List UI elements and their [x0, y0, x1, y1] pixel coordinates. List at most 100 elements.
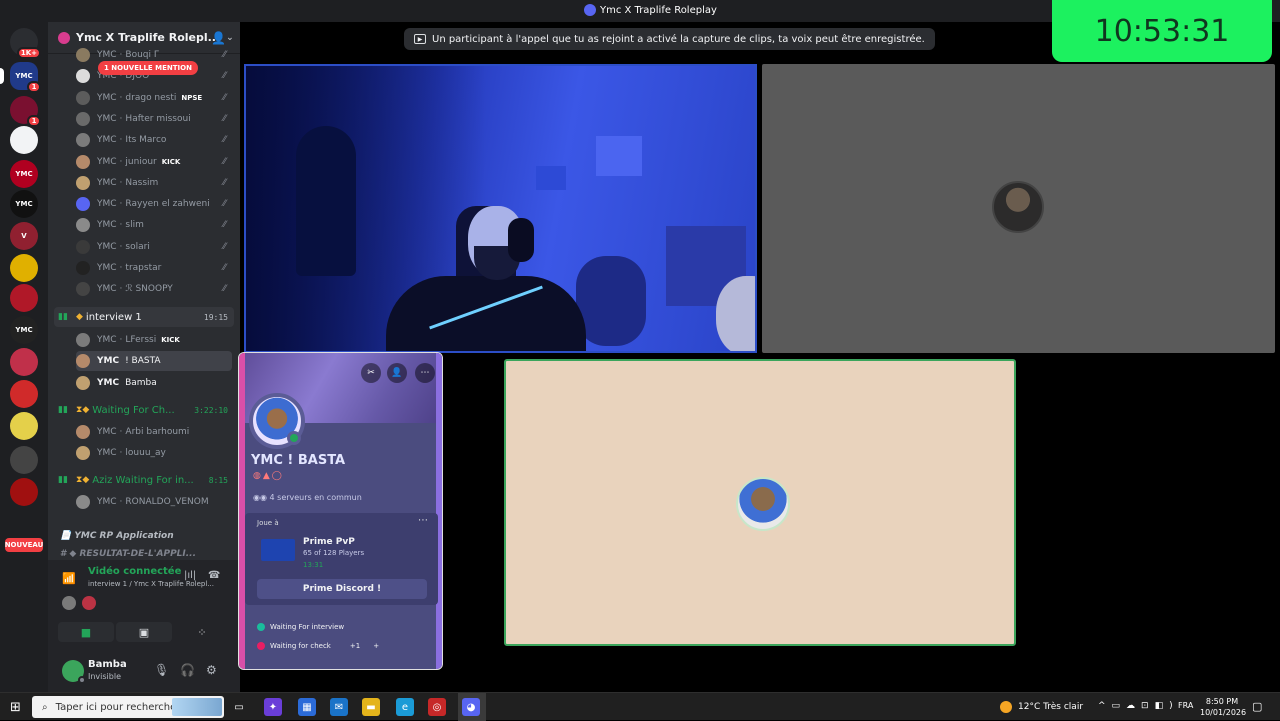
notifications-icon[interactable]: ▢: [1252, 700, 1262, 713]
add-friend-icon[interactable]: 👤: [387, 363, 407, 383]
voice-member[interactable]: YMC ! BASTA: [76, 351, 232, 372]
windows-taskbar: ⊞ ⌕ Taper ici pour rechercher ▭ ✦ ▦ ✉ ▬ …: [0, 692, 1280, 721]
role-tag: Waiting For interview: [257, 623, 344, 631]
server-icon[interactable]: [10, 126, 38, 154]
server-icon[interactable]: YMC: [10, 316, 38, 344]
server-icon[interactable]: [10, 412, 38, 440]
voice-member[interactable]: YMC · trapstar ⁄⁄: [76, 258, 232, 278]
server-icon[interactable]: 1: [10, 96, 41, 127]
voice-channel-waiting[interactable]: ▮▮ ⧗◆ Waiting For Ch... 3:22:10: [54, 400, 234, 420]
participant-avatar: [736, 477, 790, 531]
participant-avatar[interactable]: [82, 596, 96, 610]
user-name[interactable]: Bamba: [88, 659, 127, 670]
activities-button[interactable]: ⁘: [174, 622, 230, 642]
video-tile-webcam[interactable]: [244, 64, 757, 353]
activities-icon: ⁘: [197, 625, 207, 639]
add-member-icon[interactable]: 👤: [211, 31, 226, 45]
participant-avatar[interactable]: [62, 596, 76, 610]
server-icon[interactable]: YMC: [10, 160, 38, 188]
task-view-icon[interactable]: ▭: [230, 698, 248, 716]
join-discord-button[interactable]: Prime Discord !: [257, 579, 427, 599]
voice-member[interactable]: YMC · solari ⁄⁄: [76, 237, 232, 257]
app-icon[interactable]: ◎: [428, 698, 446, 716]
voice-member[interactable]: YMC · juniour KICK ⁄⁄: [76, 152, 232, 172]
video-tile-participant[interactable]: [762, 64, 1275, 353]
voice-member[interactable]: YMC · Its Marco ⁄⁄: [76, 130, 232, 150]
voice-member[interactable]: YMC · LFerssi KICK: [76, 330, 232, 350]
weather-widget[interactable]: 12°C Très clair: [1000, 701, 1083, 713]
more-roles[interactable]: +1: [350, 642, 360, 650]
disconnect-icon[interactable]: ☎: [208, 570, 220, 581]
voice-channel-timer: 8:15: [208, 475, 228, 485]
server-icon[interactable]: [10, 284, 38, 312]
taskbar-clock[interactable]: 8:50 PM 10/01/2026: [1200, 696, 1246, 718]
video-tile-speaking[interactable]: [504, 359, 1016, 646]
channel-result[interactable]: # ◆ RESULTAT-DE-L'APPLI...: [60, 549, 196, 559]
server-icon[interactable]: [10, 254, 38, 282]
voice-member[interactable]: YMC · drago nesti NPSE ⁄⁄: [76, 88, 232, 108]
voice-member[interactable]: YMC · RONALDO_VENOM: [76, 492, 232, 512]
member-name: juniour: [125, 156, 157, 167]
mail-icon[interactable]: ✉: [330, 698, 348, 716]
clip-icon: ▶: [414, 34, 426, 44]
server-icon[interactable]: [10, 446, 38, 474]
noise-suppression-icon[interactable]: |ıl|: [184, 570, 196, 581]
copilot-icon[interactable]: ✦: [264, 698, 282, 716]
member-avatar: [76, 218, 90, 233]
taskbar-search[interactable]: ⌕ Taper ici pour rechercher: [32, 696, 224, 718]
badge-icon[interactable]: ▲: [263, 471, 272, 481]
system-tray[interactable]: ^▭☁⊡◧): [1098, 701, 1179, 711]
voice-member[interactable]: YMC · louuu_ay: [76, 443, 232, 463]
guild-icon: [58, 31, 70, 44]
voice-member[interactable]: YMC · Nassim ⁄⁄: [76, 173, 232, 193]
server-icon[interactable]: 1K+: [10, 28, 41, 59]
more-icon[interactable]: ⋯: [415, 363, 435, 383]
file-explorer-icon[interactable]: ▬: [362, 698, 380, 716]
voice-member[interactable]: YMC · Arbi barhoumi: [76, 422, 232, 442]
member-name: slim: [125, 220, 144, 231]
server-icon[interactable]: YMC: [10, 190, 38, 218]
badge-icon[interactable]: ◯: [272, 471, 284, 481]
server-icon[interactable]: [10, 348, 38, 376]
member-avatar: [76, 261, 90, 275]
voice-member[interactable]: YMC · Hafter missoui ⁄⁄: [76, 109, 232, 129]
signal-icon[interactable]: 📶: [62, 572, 76, 585]
store-icon[interactable]: ▦: [298, 698, 316, 716]
server-icon[interactable]: V: [10, 222, 38, 250]
headphones-icon[interactable]: 🎧: [180, 663, 195, 677]
new-servers-badge[interactable]: NOUVEAU: [5, 538, 43, 552]
screen-share-button[interactable]: ▣: [116, 622, 172, 642]
member-avatar: [76, 354, 90, 369]
server-rail: 1K+ YMC 1 1 YMC YMC V YMC NOUVEAU: [0, 22, 48, 692]
language-indicator[interactable]: FRA: [1178, 701, 1193, 710]
deafened-icon: ⁄⁄: [222, 263, 226, 273]
hourglass-icon: ⧗◆: [76, 475, 90, 485]
voice-location[interactable]: interview 1 / Ymc X Traplife Rolepl...: [88, 580, 214, 588]
discord-icon[interactable]: ◕: [462, 698, 480, 716]
voice-member[interactable]: YMC Bamba: [76, 373, 232, 393]
screen-share-icon: ▣: [138, 625, 150, 639]
new-mention-banner[interactable]: 1 NOUVELLE MENTION: [98, 61, 198, 75]
gear-icon[interactable]: ⚙: [206, 663, 217, 677]
server-icon[interactable]: [10, 380, 38, 408]
mutual-servers[interactable]: ◉◉ 4 serveurs en commun: [253, 493, 362, 502]
voice-channel-interview[interactable]: ▮▮ ◆ interview 1 19:15: [54, 307, 234, 327]
voice-channel-timer: 3:22:10: [194, 405, 228, 415]
more-icon[interactable]: ⋯: [418, 515, 428, 526]
add-role-icon[interactable]: +: [373, 642, 379, 650]
server-icon[interactable]: [10, 478, 38, 506]
microphone-icon[interactable]: 🎙: [154, 663, 169, 677]
voice-member[interactable]: YMC · Rayyen el zahweni ⁄⁄: [76, 194, 232, 214]
voice-member[interactable]: YMC · ℛ SNOOPY ⁄⁄: [76, 279, 232, 299]
category-application[interactable]: 📄 YMC RP Application: [60, 531, 174, 541]
server-icon[interactable]: YMC 1: [10, 62, 41, 93]
edge-icon[interactable]: e: [396, 698, 414, 716]
channel-emoji-icon: ◆: [76, 312, 83, 322]
wrench-icon[interactable]: ✂: [361, 363, 381, 383]
voice-member[interactable]: YMC · slim ⁄⁄: [76, 215, 232, 235]
voice-channel-aziz[interactable]: ▮▮ ⧗◆ Aziz Waiting For in... 8:15: [54, 470, 234, 490]
windows-start-icon[interactable]: ⊞: [10, 700, 21, 715]
badge-icon[interactable]: ◍: [253, 471, 263, 481]
camera-button[interactable]: ■: [58, 622, 114, 642]
selected-server-pill: [0, 68, 4, 84]
